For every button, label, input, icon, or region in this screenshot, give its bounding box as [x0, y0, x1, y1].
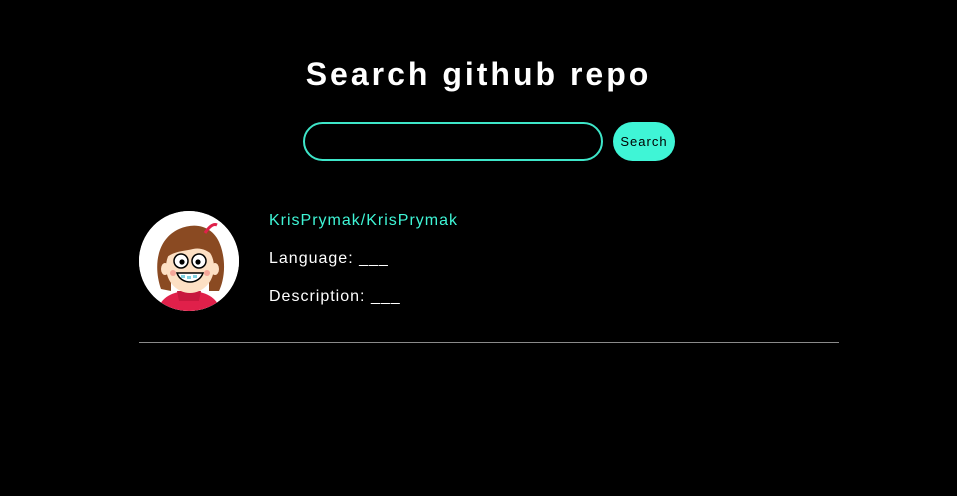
search-button[interactable]: Search	[613, 122, 675, 161]
cartoon-girl-avatar-icon	[139, 211, 239, 311]
search-form: Search	[303, 122, 675, 161]
avatar	[139, 211, 239, 311]
page-title: Search github repo	[305, 56, 652, 92]
language-value: ___	[359, 250, 389, 267]
repo-description: Description: ___	[269, 287, 401, 307]
repo-language: Language: ___	[269, 249, 389, 269]
description-label: Description:	[269, 288, 366, 305]
language-label: Language:	[269, 250, 354, 267]
repo-name-link[interactable]: KrisPrymak/KrisPrymak	[269, 211, 458, 231]
search-input[interactable]	[303, 122, 603, 161]
description-value: ___	[370, 288, 401, 305]
result-item: KrisPrymak/KrisPrymak Language: ___ Desc…	[139, 211, 839, 343]
